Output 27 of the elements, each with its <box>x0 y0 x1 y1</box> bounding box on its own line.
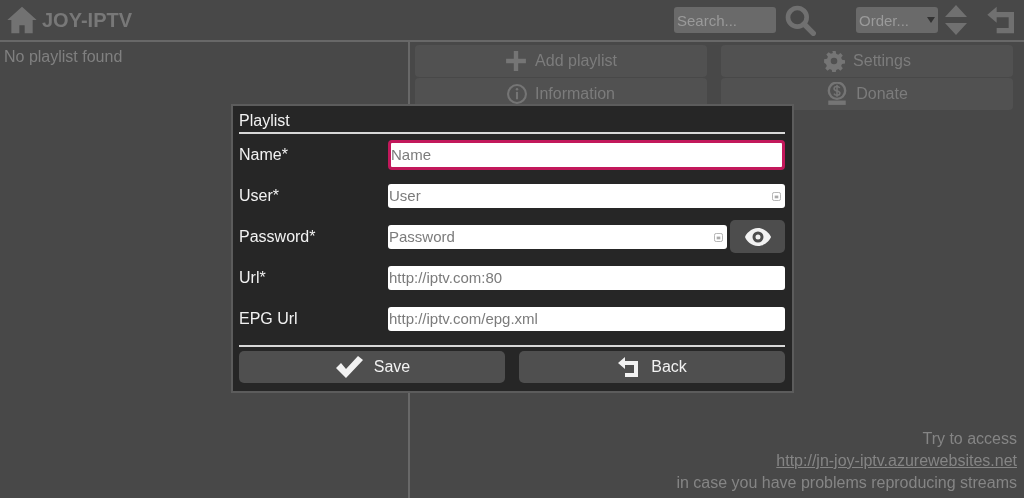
search-icon <box>784 4 816 36</box>
input-field[interactable]: http://iptv.com:80 <box>388 265 785 290</box>
empty-message: No playlist found <box>4 48 123 65</box>
caret-icon <box>927 17 935 23</box>
input-field[interactable]: Password <box>388 224 727 249</box>
dialog-button[interactable]: Save <box>239 351 505 383</box>
home-icon <box>6 4 38 36</box>
field-label: User* <box>239 186 280 205</box>
help-text: Try to access <box>922 429 1017 449</box>
help-text: in case you have problems reproducing streams <box>676 473 1017 493</box>
sort-arrows-icon <box>944 5 968 35</box>
coin-icon <box>826 82 849 106</box>
field-label: Url* <box>239 268 267 287</box>
gear-icon <box>823 50 846 72</box>
input-field[interactable]: Name <box>388 139 785 170</box>
info-icon <box>506 84 527 104</box>
field-label: Name* <box>239 145 289 164</box>
input-field[interactable]: User <box>388 183 785 208</box>
show-password-button[interactable] <box>730 220 785 253</box>
dialog-button[interactable]: Back <box>519 351 785 383</box>
field-label: Password* <box>239 227 317 246</box>
eye-icon <box>743 226 772 247</box>
field-label: EPG Url <box>239 309 299 328</box>
site-link[interactable]: http://jn-joy-iptv.azurewebsites.net <box>776 450 1017 472</box>
plus-icon <box>505 50 528 72</box>
input-field[interactable]: http://iptv.com/epg.xml <box>388 306 785 331</box>
dialog-title: Playlist <box>239 112 785 134</box>
